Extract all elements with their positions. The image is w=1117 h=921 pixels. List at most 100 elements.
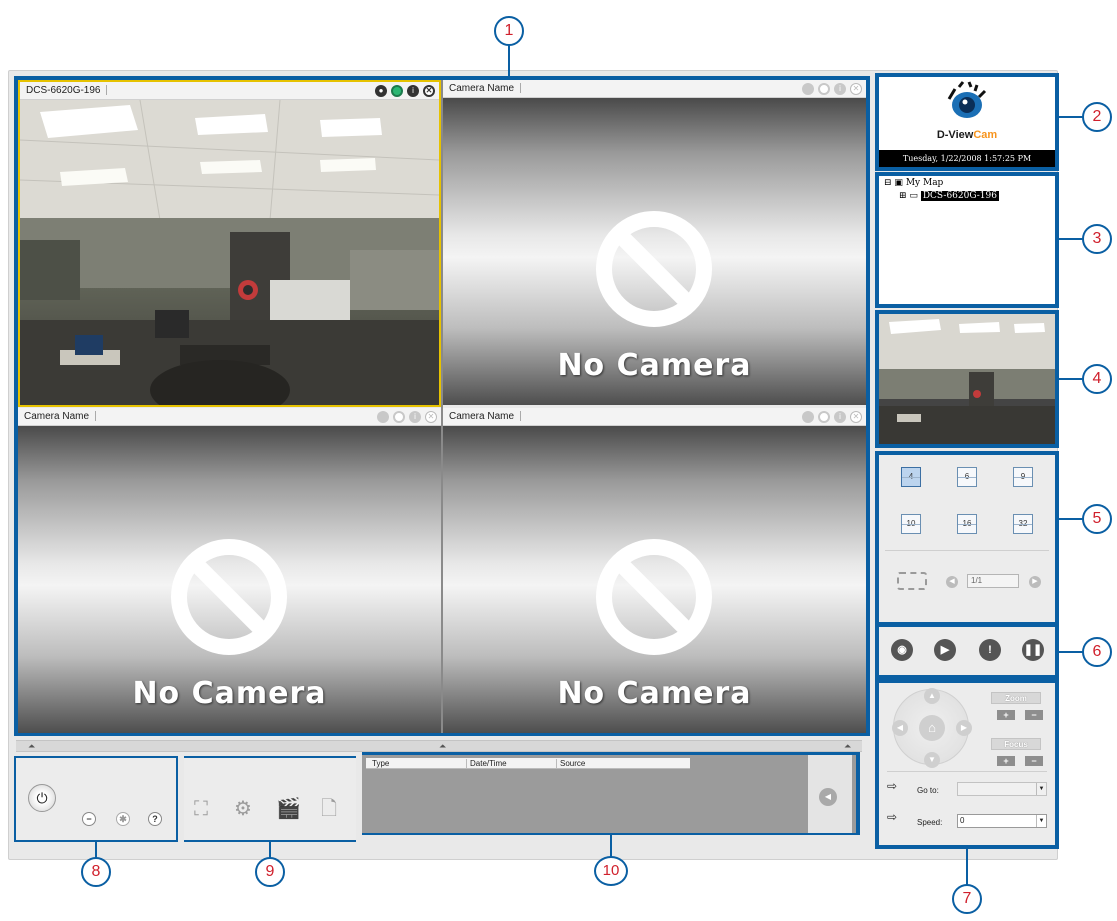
layout-16-button[interactable]: 16 [957,514,977,534]
close-icon[interactable]: ✕ [850,411,862,423]
action-bar: ◉ ▶ ! ❚❚ [879,627,1055,675]
goto-icon: ⇨ [887,779,898,793]
zoom-in-button[interactable]: + [997,710,1015,720]
minimize-icon[interactable]: − [82,812,96,826]
info-icon[interactable]: i [407,85,419,97]
pan-right-icon[interactable]: ▶ [956,720,972,736]
camera-name: DCS-6620G-196 [26,85,101,96]
record-icon[interactable] [818,411,830,423]
callout-line [1059,378,1083,380]
ptz-panel: ▲ ◀ ▶ ▼ ⌂ Zoom + − Focus + − ⇨ Go to: ▼ … [879,683,1055,845]
device-tree: ⊟ ▣ My Map ⊞ ▭ DCS-6620G-196 [879,176,1055,304]
callout-line [508,44,510,76]
tree-device[interactable]: ⊞ ▭ DCS-6620G-196 [899,191,999,201]
logo-wordmark: D-ViewCam [936,129,998,141]
layout-9-button[interactable]: 9 [1013,467,1033,487]
camera-view-empty: No Camera [18,426,441,733]
record-icon[interactable] [818,83,830,95]
log-column-source[interactable]: Source [560,758,585,769]
callout-line [610,835,612,857]
goto-select[interactable]: ▼ [957,782,1047,796]
clapperboard-icon[interactable]: 🎬 [276,798,301,820]
layout-32-button[interactable]: 32 [1013,514,1033,534]
expand-icon[interactable]: ⊞ [899,191,907,201]
next-page-icon[interactable]: ▶ [1029,576,1041,588]
no-camera-label: No Camera [132,676,327,711]
snapshot-icon[interactable] [377,411,389,423]
record-icon[interactable] [393,411,405,423]
callout-line [1059,116,1083,118]
layout-10-button[interactable]: 10 [901,514,921,534]
camera-live-view [20,100,439,405]
log-column-type[interactable]: Type [372,758,389,769]
panel-collapse-strip[interactable]: ⏶ ⏶ ⏶ [16,740,862,752]
collapse-arrow-icon[interactable]: ⏶ [439,741,446,751]
gear-icon[interactable]: ⚙ [232,798,254,820]
chevron-down-icon[interactable]: ▼ [1036,783,1046,795]
collapse-arrow-icon[interactable]: ⏶ [28,741,35,751]
callout-9: 9 [255,857,285,887]
camera-controls: i ✕ [802,83,862,95]
close-icon[interactable]: ✕ [423,85,435,97]
callout-8: 8 [81,857,111,887]
playback-icon[interactable]: ▶ [934,639,956,661]
power-icon[interactable]: ⏻ [28,784,56,812]
tree-root[interactable]: ⊟ ▣ My Map [884,178,943,188]
camera-snapshot-icon[interactable]: ◉ [891,639,913,661]
camera-thumbnail[interactable] [879,314,1055,444]
layout-6-button[interactable]: 6 [957,467,977,487]
snapshot-icon[interactable] [802,411,814,423]
camera-controls: i ✕ [377,411,437,423]
page-indicator[interactable]: 1/1 [967,574,1019,588]
collapse-log-icon[interactable]: ◀ [819,788,837,806]
info-icon[interactable]: i [834,411,846,423]
no-camera-label: No Camera [557,676,752,711]
divider [887,771,1047,772]
snapshot-icon[interactable] [802,83,814,95]
log-side-panel: ◀ [808,755,852,833]
pan-up-icon[interactable]: ▲ [924,688,940,704]
no-camera-icon [171,539,287,655]
fullscreen-icon[interactable]: ⛶ [190,798,212,820]
expand-icon[interactable]: ⊟ [884,178,892,188]
pan-left-icon[interactable]: ◀ [892,720,908,736]
camera-panel-2[interactable]: Camera Name i ✕ No Camera [443,80,866,405]
layout-4-button[interactable]: 4 [901,467,921,487]
fullscreen-layout-icon[interactable] [897,572,927,590]
focus-in-button[interactable]: + [997,756,1015,766]
callout-3: 3 [1082,224,1112,254]
zoom-label: Zoom [991,692,1041,704]
callout-line [95,842,97,858]
focus-out-button[interactable]: − [1025,756,1043,766]
collapse-arrow-icon[interactable]: ⏶ [844,741,851,751]
callout-10: 10 [594,856,628,886]
pin-icon[interactable]: ✱ [116,812,130,826]
home-icon[interactable]: ⌂ [919,715,945,741]
info-icon[interactable]: i [409,411,421,423]
camera-name: Camera Name [449,83,515,94]
camera-panel-3[interactable]: Camera Name i ✕ No Camera [18,408,441,733]
record-icon[interactable] [391,85,403,97]
snapshot-icon[interactable]: ● [375,85,387,97]
callout-7: 7 [952,884,982,914]
camera-panel-1[interactable]: DCS-6620G-196 ● i ✕ [18,80,441,407]
document-icon[interactable]: 🗋 [318,798,340,820]
close-icon[interactable]: ✕ [850,83,862,95]
zoom-out-button[interactable]: − [1025,710,1043,720]
chevron-down-icon[interactable]: ▼ [1036,815,1046,827]
pause-icon[interactable]: ❚❚ [1022,639,1044,661]
log-header: Type Date/Time Source [366,758,690,769]
callout-line [1059,238,1083,240]
callout-line [1059,518,1083,520]
alert-icon[interactable]: ! [979,639,1001,661]
camera-device-icon: ▭ [909,191,918,201]
prev-page-icon[interactable]: ◀ [946,576,958,588]
speed-select[interactable]: 0 ▼ [957,814,1047,828]
info-icon[interactable]: i [834,83,846,95]
close-icon[interactable]: ✕ [425,411,437,423]
pan-down-icon[interactable]: ▼ [924,752,940,768]
camera-panel-4[interactable]: Camera Name i ✕ No Camera [443,408,866,733]
log-column-datetime[interactable]: Date/Time [470,758,507,769]
speed-icon: ⇨ [887,810,898,824]
help-icon[interactable]: ? [148,812,162,826]
